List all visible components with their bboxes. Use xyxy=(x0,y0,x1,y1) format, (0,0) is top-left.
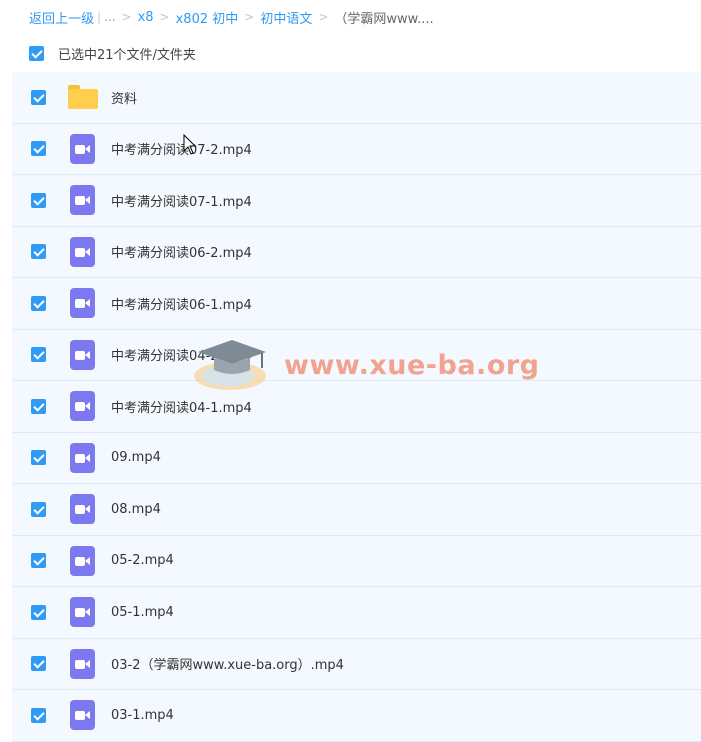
breadcrumb-item-chinese[interactable]: 初中语文 xyxy=(260,8,312,27)
file-row[interactable]: 中考满分阅读04-2.mp4 xyxy=(12,330,701,381)
file-row[interactable]: 05-2.mp4 xyxy=(12,536,701,587)
video-file-icon xyxy=(68,391,98,422)
breadcrumb-ellipsis[interactable]: ... xyxy=(104,10,115,24)
breadcrumb-item-x8[interactable]: x8 xyxy=(138,10,154,25)
file-name[interactable]: 中考满分阅读07-2.mp4 xyxy=(111,139,252,158)
file-name[interactable]: 05-2.mp4 xyxy=(111,553,174,568)
breadcrumb-item-x802[interactable]: x802 初中 xyxy=(176,8,239,27)
back-link[interactable]: 返回上一级 xyxy=(29,8,94,27)
file-checkbox[interactable] xyxy=(31,347,46,363)
file-row[interactable]: 中考满分阅读07-1.mp4 xyxy=(12,175,701,227)
file-checkbox[interactable] xyxy=(31,295,46,311)
chevron-right-icon: > xyxy=(121,10,132,24)
file-row[interactable]: 03-1.mp4 xyxy=(12,690,701,742)
file-checkbox[interactable] xyxy=(31,604,46,620)
file-checkbox[interactable] xyxy=(31,398,46,414)
file-checkbox[interactable] xyxy=(31,244,46,260)
file-list: 资料中考满分阅读07-2.mp4 中考满分阅读07-1.mp4 中考满分阅读06-2… xyxy=(12,72,701,742)
file-checkbox[interactable] xyxy=(31,450,46,466)
file-name[interactable]: 中考满分阅读06-1.mp4 xyxy=(111,294,252,313)
video-file-icon xyxy=(68,236,98,267)
file-row[interactable]: 05-1.mp4 xyxy=(12,587,701,639)
video-file-icon xyxy=(68,442,98,473)
file-name[interactable]: 09.mp4 xyxy=(111,450,161,465)
breadcrumb: 返回上一级 | ... > x8 > x802 初中 > 初中语文 > （学霸网… xyxy=(29,7,434,27)
video-file-icon xyxy=(68,288,98,319)
file-name[interactable]: 中考满分阅读07-1.mp4 xyxy=(111,191,252,210)
video-file-icon xyxy=(68,339,98,370)
file-name[interactable]: 03-2（学霸网www.xue-ba.org）.mp4 xyxy=(111,654,344,673)
select-all-checkbox[interactable] xyxy=(29,45,44,61)
selection-bar: 已选中21个文件/文件夹 xyxy=(29,44,196,63)
file-row[interactable]: 08.mp4 xyxy=(12,484,701,536)
breadcrumb-divider: | xyxy=(97,10,102,24)
file-checkbox[interactable] xyxy=(31,656,46,672)
file-checkbox[interactable] xyxy=(31,141,46,157)
file-row[interactable]: 中考满分阅读06-2.mp4 xyxy=(12,227,701,278)
video-file-icon xyxy=(68,648,98,679)
video-file-icon xyxy=(68,700,98,731)
file-name[interactable]: 中考满分阅读04-2.mp4 xyxy=(111,345,252,364)
video-file-icon xyxy=(68,545,98,576)
file-row[interactable]: 资料 xyxy=(12,72,701,124)
mouse-cursor-icon xyxy=(183,134,197,155)
file-row[interactable]: 09.mp4 xyxy=(12,433,701,484)
file-row[interactable]: 03-2（学霸网www.xue-ba.org）.mp4 xyxy=(12,639,701,690)
file-row[interactable]: 中考满分阅读06-1.mp4 xyxy=(12,278,701,330)
video-file-icon xyxy=(68,185,98,216)
file-name[interactable]: 中考满分阅读04-1.mp4 xyxy=(111,397,252,416)
file-row[interactable]: 中考满分阅读07-2.mp4 xyxy=(12,124,701,175)
video-file-icon xyxy=(68,597,98,628)
file-name[interactable]: 03-1.mp4 xyxy=(111,708,174,723)
video-file-icon xyxy=(68,494,98,525)
file-name[interactable]: 05-1.mp4 xyxy=(111,605,174,620)
breadcrumb-current: （学霸网www.... xyxy=(334,11,434,27)
video-file-icon xyxy=(68,133,98,164)
chevron-right-icon: > xyxy=(244,10,255,24)
chevron-right-icon: > xyxy=(159,10,170,24)
selection-count-label: 已选中21个文件/文件夹 xyxy=(58,47,196,63)
folder-icon xyxy=(68,82,98,112)
file-name[interactable]: 08.mp4 xyxy=(111,502,161,517)
file-row[interactable]: 中考满分阅读04-1.mp4 xyxy=(12,381,701,433)
file-checkbox[interactable] xyxy=(31,707,46,723)
file-checkbox[interactable] xyxy=(31,501,46,517)
chevron-right-icon: > xyxy=(318,10,329,24)
file-name[interactable]: 中考满分阅读06-2.mp4 xyxy=(111,242,252,261)
file-checkbox[interactable] xyxy=(31,192,46,208)
file-checkbox[interactable] xyxy=(31,89,46,105)
file-checkbox[interactable] xyxy=(31,553,46,569)
file-name[interactable]: 资料 xyxy=(111,88,137,107)
